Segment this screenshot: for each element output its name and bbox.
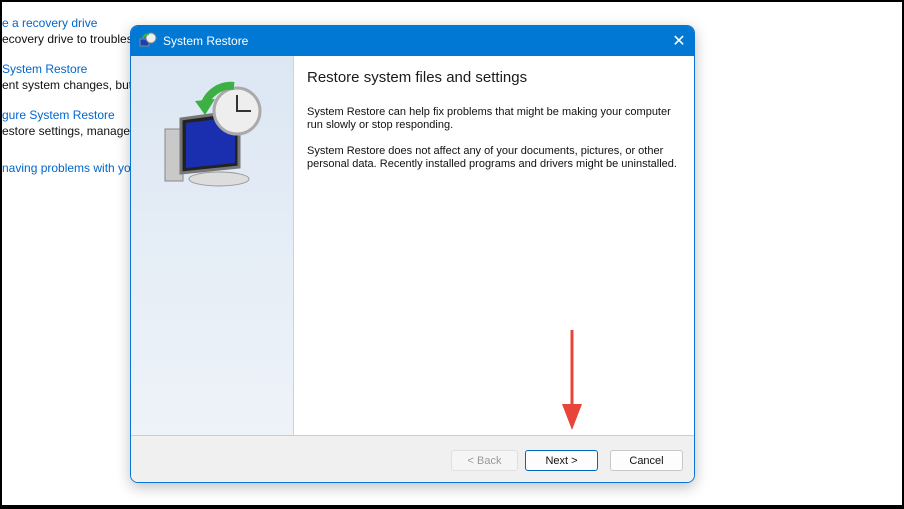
content-area: Restore system files and settings System…: [307, 56, 680, 184]
system-restore-illustration-icon: [164, 81, 262, 187]
red-arrow-annotation-icon: [562, 330, 582, 430]
system-restore-icon: [139, 32, 157, 47]
description-paragraph-1: System Restore can help fix problems tha…: [307, 106, 671, 131]
button-bar: < Back Next > Cancel: [131, 435, 694, 482]
cancel-button[interactable]: Cancel: [610, 450, 683, 471]
configure-desc: estore settings, manage: [2, 124, 131, 138]
troubleshoot-link[interactable]: naving problems with your: [2, 160, 141, 176]
page-heading: Restore system files and settings: [307, 69, 528, 86]
close-icon[interactable]: ✕: [664, 31, 694, 51]
system-restore-dialog: System Restore ✕ Restore system files an…: [130, 25, 695, 483]
title-bar: System Restore ✕: [131, 26, 694, 56]
system-restore-desc: ent system changes, but: [2, 78, 133, 92]
configure-system-restore-link[interactable]: gure System Restore: [2, 107, 115, 123]
create-recovery-drive-link[interactable]: e a recovery drive: [2, 15, 97, 31]
back-button[interactable]: < Back: [451, 450, 518, 471]
open-system-restore-link[interactable]: System Restore: [2, 61, 87, 77]
description-paragraph-2: System Restore does not affect any of yo…: [307, 145, 677, 170]
side-panel: [131, 56, 294, 436]
dialog-title: System Restore: [163, 34, 249, 48]
next-button[interactable]: Next >: [525, 450, 598, 471]
